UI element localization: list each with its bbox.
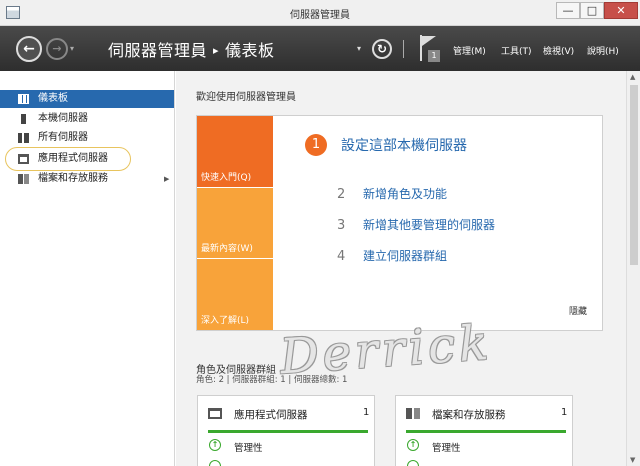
step-add-servers[interactable]: 3 新增其他要管理的伺服器 (337, 216, 495, 236)
card-count: 1 (561, 407, 568, 418)
sidebar-item-label: 儀表板 (38, 93, 68, 104)
app-server-icon (208, 408, 222, 419)
tile-label: 快速入門(Q) (201, 173, 252, 183)
dashboard-icon (18, 94, 29, 104)
role-card-app-server[interactable]: 應用程式伺服器 1 ↑ 管理性 (197, 395, 375, 466)
step-link[interactable]: 設定這部本機伺服器 (341, 135, 467, 155)
card-title: 應用程式伺服器 (234, 409, 308, 421)
highlight-annotation (5, 147, 131, 171)
card-count: 1 (363, 407, 370, 418)
sidebar: 儀表板 本機伺服器 所有伺服器 應用程式伺服器 檔案和存放服務 ▶ (0, 71, 175, 466)
menu-manage[interactable]: 管理(M) (453, 44, 486, 57)
vertical-scrollbar[interactable]: ▲ ▼ (626, 71, 640, 466)
notifications-flag[interactable]: 1 (418, 35, 442, 63)
tile-whats-new[interactable]: 最新內容(W) (197, 187, 273, 258)
menu-help[interactable]: 說明(H) (587, 44, 619, 57)
submenu-arrow-icon[interactable]: ▶ (164, 170, 169, 188)
minimize-button[interactable]: — (556, 2, 580, 19)
breadcrumb-app[interactable]: 伺服器管理員 (108, 41, 207, 60)
breadcrumb: 伺服器管理員 ▸ 儀表板 (108, 37, 275, 61)
scroll-thumb[interactable] (630, 85, 638, 265)
window-title: 伺服器管理員 (290, 10, 350, 21)
sidebar-item-local-server[interactable]: 本機伺服器 (0, 110, 174, 128)
roles-summary: 角色: 2 | 伺服器群組: 1 | 伺服器總數: 1 (196, 375, 348, 385)
up-arrow-icon: ↑ (209, 439, 221, 451)
scroll-up-icon[interactable]: ▲ (630, 73, 635, 81)
step-link[interactable]: 新增角色及功能 (363, 187, 447, 201)
breadcrumb-dropdown-icon[interactable]: ▾ (357, 44, 361, 53)
breadcrumb-separator-icon: ▸ (213, 44, 220, 57)
sidebar-item-label: 檔案和存放服務 (38, 173, 108, 184)
card-title: 檔案和存放服務 (432, 409, 506, 421)
maximize-button[interactable]: □ (580, 2, 604, 19)
tile-label: 最新內容(W) (201, 244, 253, 254)
flag-cloth (422, 36, 436, 46)
sidebar-item-label: 所有伺服器 (38, 132, 88, 143)
history-dropdown-icon[interactable]: ▾ (70, 44, 74, 53)
title-bar: 伺服器管理員 — □ ✕ (0, 0, 640, 26)
step-create-server-group[interactable]: 4 建立伺服器群組 (337, 247, 447, 267)
menu-view[interactable]: 檢視(V) (543, 44, 574, 57)
tile-label: 深入了解(L) (201, 316, 250, 326)
step-link[interactable]: 新增其他要管理的伺服器 (363, 218, 495, 232)
welcome-panel: 快速入門(Q) 最新內容(W) 深入了解(L) 1 設定這部本機伺服器 2 新增角… (196, 115, 603, 331)
main-content: 歡迎使用伺服器管理員 快速入門(Q) 最新內容(W) 深入了解(L) 1 設定這… (176, 71, 626, 466)
refresh-button[interactable]: ↻ (372, 39, 392, 59)
up-arrow-icon (209, 460, 221, 466)
card-status-link[interactable]: 管理性 (234, 440, 263, 454)
servers-icon (18, 133, 29, 143)
card-status-link[interactable]: 管理性 (432, 440, 461, 454)
step-number: 4 (337, 249, 346, 264)
notification-count-badge: 1 (428, 50, 440, 62)
storage-icon (406, 408, 420, 419)
role-card-file-storage[interactable]: 檔案和存放服務 1 ↑ 管理性 (395, 395, 573, 466)
forward-button[interactable]: → (46, 38, 68, 60)
tile-learn-more[interactable]: 深入了解(L) (197, 258, 273, 330)
header-bar: ← → ▾ 伺服器管理員 ▸ 儀表板 ▾ ↻ 1 管理(M) 工具(T) 檢視(V)… (0, 26, 640, 71)
step-number-badge: 1 (305, 134, 327, 156)
up-arrow-icon: ↑ (407, 439, 419, 451)
scroll-down-icon[interactable]: ▼ (630, 456, 635, 464)
hide-link[interactable]: 隱藏 (569, 304, 587, 317)
breadcrumb-page: 儀表板 (225, 41, 275, 60)
sidebar-item-all-servers[interactable]: 所有伺服器 (0, 129, 174, 147)
step-number: 2 (337, 187, 346, 202)
welcome-title: 歡迎使用伺服器管理員 (196, 92, 296, 103)
status-bar (208, 430, 368, 433)
close-button[interactable]: ✕ (604, 2, 638, 19)
header-divider (403, 40, 404, 58)
step-add-roles[interactable]: 2 新增角色及功能 (337, 185, 447, 205)
sidebar-item-file-storage[interactable]: 檔案和存放服務 ▶ (0, 170, 174, 188)
sidebar-item-dashboard[interactable]: 儀表板 (0, 90, 174, 108)
step-number: 3 (337, 218, 346, 233)
sidebar-item-label: 本機伺服器 (38, 113, 88, 124)
server-icon (21, 114, 26, 124)
step-link[interactable]: 建立伺服器群組 (363, 249, 447, 263)
storage-icon (18, 174, 29, 184)
up-arrow-icon (407, 460, 419, 466)
tile-quick-start[interactable]: 快速入門(Q) (197, 116, 273, 187)
back-button[interactable]: ← (16, 36, 42, 62)
status-bar (406, 430, 566, 433)
menu-tools[interactable]: 工具(T) (501, 44, 532, 57)
